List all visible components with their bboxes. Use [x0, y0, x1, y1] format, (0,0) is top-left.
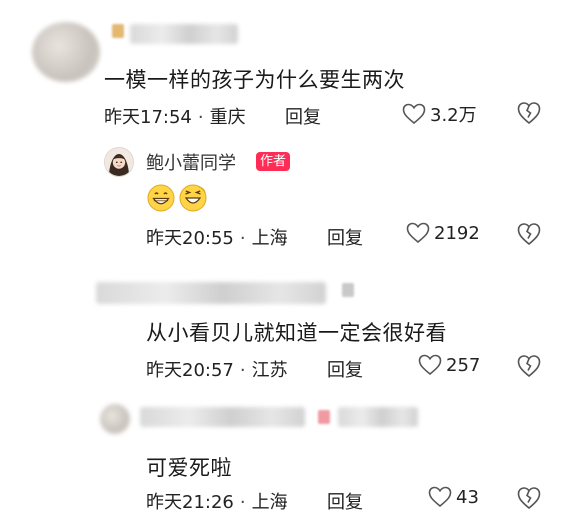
- comment-location: 上海: [251, 492, 288, 513]
- like-button[interactable]: 2192: [406, 222, 480, 244]
- reply-button[interactable]: 回复: [327, 356, 363, 382]
- meta-separator: ·: [197, 107, 204, 128]
- like-button[interactable]: 43: [428, 486, 479, 508]
- blurred-badge: [112, 24, 124, 38]
- heart-icon: [406, 222, 430, 244]
- comment-1: 一模一样的孩子为什么要生两次 昨天17:54 · 重庆 回复 3.2万: [0, 0, 581, 135]
- blurred-badge: [318, 410, 330, 424]
- meta-separator: ·: [239, 360, 246, 381]
- dislike-icon[interactable]: [516, 222, 542, 246]
- heart-icon: [418, 354, 442, 376]
- meta-separator: ·: [239, 228, 246, 249]
- dislike-icon[interactable]: [516, 486, 542, 510]
- comment-2: 鲍小蕾同学 作者 昨天20:55 · 上海 回复 2192: [0, 135, 581, 265]
- like-count: 2192: [434, 222, 480, 244]
- comment-3: 从小看贝儿就知道一定会很好看 昨天20:57 · 江苏 回复 257: [0, 265, 581, 390]
- blurred-badge: [342, 283, 354, 297]
- comment-meta: 昨天17:54 · 重庆: [104, 103, 246, 129]
- author-avatar[interactable]: [104, 147, 134, 177]
- like-count: 3.2万: [430, 105, 477, 126]
- like-count: 43: [456, 486, 479, 508]
- blurred-avatar[interactable]: [32, 22, 100, 82]
- comment-4: 可爱死啦 昨天21:26 · 上海 回复 43: [0, 390, 581, 520]
- like-count: 257: [446, 354, 481, 376]
- blurred-username-extra: [338, 407, 418, 427]
- dislike-icon[interactable]: [516, 101, 542, 125]
- comment-time: 昨天20:55: [146, 228, 234, 249]
- comment-text: 一模一样的孩子为什么要生两次: [104, 68, 405, 92]
- reply-button[interactable]: 回复: [327, 224, 363, 250]
- reply-button[interactable]: 回复: [285, 103, 321, 129]
- comment-location: 上海: [251, 228, 288, 249]
- reply-button[interactable]: 回复: [327, 488, 363, 514]
- author-name[interactable]: 鲍小蕾同学: [146, 149, 236, 175]
- like-button[interactable]: 3.2万: [402, 101, 477, 127]
- comment-location: 重庆: [209, 107, 246, 128]
- grin-emoji-icon: [147, 184, 175, 212]
- blurred-username[interactable]: [130, 24, 238, 44]
- heart-icon: [428, 486, 452, 508]
- comment-time: 昨天21:26: [146, 492, 234, 513]
- author-badge: 作者: [256, 152, 291, 171]
- comment-location: 江苏: [251, 360, 288, 381]
- blurred-username[interactable]: [96, 282, 326, 304]
- comment-text: 从小看贝儿就知道一定会很好看: [146, 321, 447, 345]
- comment-time: 昨天20:57: [146, 360, 234, 381]
- girl-avatar-icon: [105, 148, 133, 176]
- comment-meta: 昨天20:57 · 江苏: [146, 356, 288, 382]
- emoji-reply: [146, 183, 208, 213]
- laugh-emoji-icon: [179, 184, 207, 212]
- dislike-icon[interactable]: [516, 354, 542, 378]
- comment-meta: 昨天20:55 · 上海: [146, 224, 288, 250]
- blurred-avatar[interactable]: [100, 404, 130, 434]
- meta-separator: ·: [239, 492, 246, 513]
- like-button[interactable]: 257: [418, 354, 480, 376]
- blurred-username[interactable]: [140, 407, 305, 427]
- comment-meta: 昨天21:26 · 上海: [146, 488, 288, 514]
- heart-icon: [402, 103, 426, 125]
- comment-text: 可爱死啦: [146, 456, 232, 480]
- comment-time: 昨天17:54: [104, 107, 192, 128]
